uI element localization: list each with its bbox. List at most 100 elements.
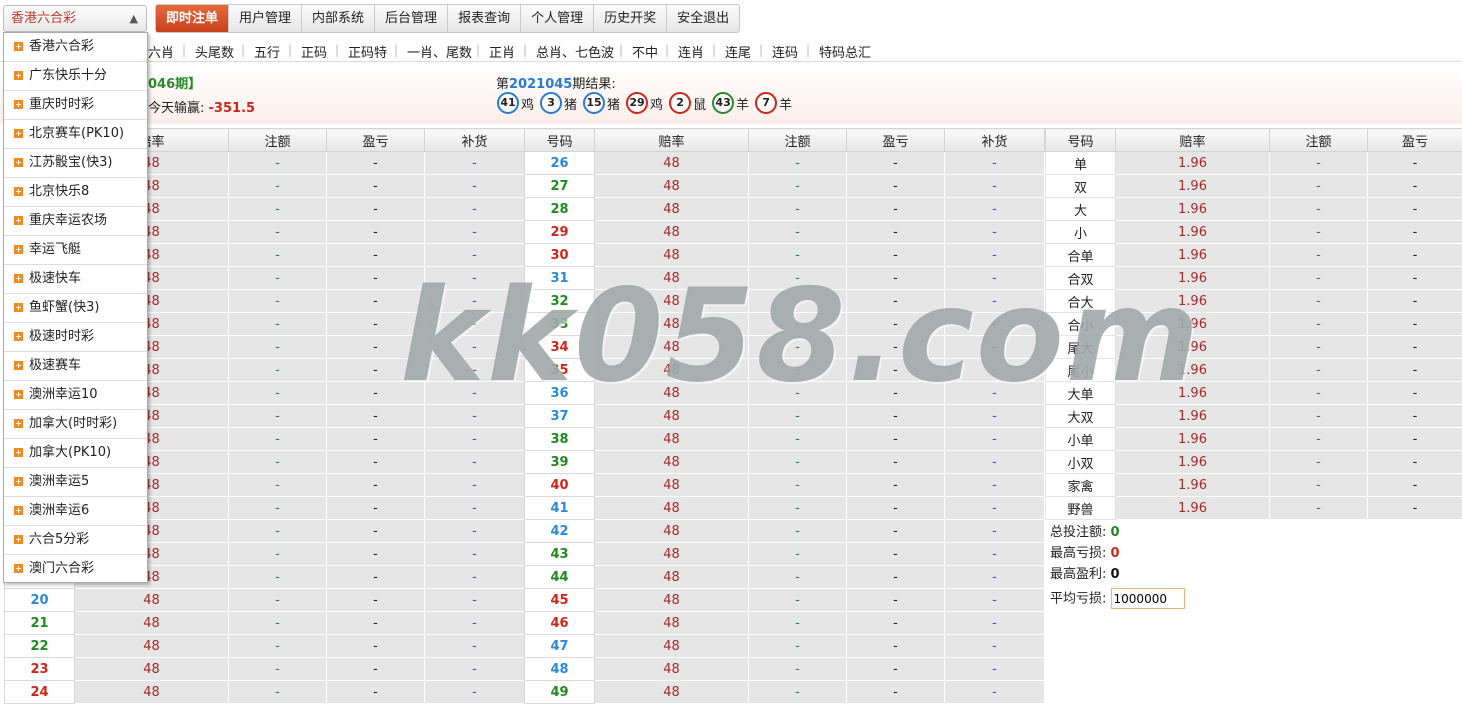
odds-cell[interactable]: 48 (594, 496, 749, 520)
supp-cell[interactable]: - (424, 151, 525, 175)
subnav-item[interactable]: 连码 (772, 42, 798, 61)
nav-item[interactable]: 即时注单 (156, 5, 230, 32)
subnav-item[interactable]: 一肖、尾数 (407, 42, 472, 61)
odds-cell[interactable]: 48 (594, 266, 749, 290)
nav-item[interactable]: 用户管理 (229, 5, 303, 32)
odds-cell[interactable]: 48 (594, 588, 749, 612)
odds-cell[interactable]: 48 (594, 404, 749, 428)
dropdown-item[interactable]: + 澳洲幸运10 (4, 381, 147, 410)
nav-item[interactable]: 报表查询 (448, 5, 522, 32)
dropdown-item[interactable]: + 北京快乐8 (4, 178, 147, 207)
supp-cell[interactable]: - (424, 404, 525, 428)
supp-cell[interactable]: - (424, 565, 525, 589)
odds-cell[interactable]: 48 (594, 243, 749, 267)
dropdown-item[interactable]: + 广东快乐十分 (4, 62, 147, 91)
odds-cell[interactable]: 48 (594, 611, 749, 635)
supp-cell[interactable]: - (424, 381, 525, 405)
dropdown-item[interactable]: + 重庆时时彩 (4, 91, 147, 120)
dropdown-item[interactable]: + 极速时时彩 (4, 323, 147, 352)
supp-cell[interactable]: - (424, 335, 525, 359)
supp-cell[interactable]: - (424, 174, 525, 198)
odds-cell[interactable]: 48 (594, 289, 749, 313)
dropdown-item[interactable]: + 澳洲幸运5 (4, 468, 147, 497)
supp-cell[interactable]: - (424, 266, 525, 290)
dropdown-item[interactable]: + 香港六合彩 (4, 33, 147, 62)
supp-cell[interactable]: - (944, 542, 1045, 566)
supp-cell[interactable]: - (424, 680, 525, 704)
supp-cell[interactable]: - (944, 266, 1045, 290)
dropdown-item[interactable]: + 极速赛车 (4, 352, 147, 381)
supp-cell[interactable]: - (944, 427, 1045, 451)
odds-cell[interactable]: 48 (74, 634, 229, 658)
supp-cell[interactable]: - (944, 496, 1045, 520)
odds-cell[interactable]: 48 (74, 657, 229, 681)
odds-cell[interactable]: 48 (74, 680, 229, 704)
dropdown-item[interactable]: + 重庆幸运农场 (4, 207, 147, 236)
dropdown-item[interactable]: + 澳洲幸运6 (4, 497, 147, 526)
dropdown-item[interactable]: + 澳门六合彩 (4, 555, 147, 584)
dropdown-item[interactable]: + 六合5分彩 (4, 526, 147, 555)
supp-cell[interactable]: - (424, 312, 525, 336)
odds-cell[interactable]: 1.96 (1115, 450, 1270, 474)
dropdown-item[interactable]: + 加拿大(PK10) (4, 439, 147, 468)
nav-item[interactable]: 后台管理 (375, 5, 449, 32)
odds-cell[interactable]: 48 (594, 634, 749, 658)
subnav-item[interactable]: 正肖 (489, 42, 515, 61)
supp-cell[interactable]: - (944, 335, 1045, 359)
odds-cell[interactable]: 1.96 (1115, 151, 1270, 175)
subnav-item[interactable]: 六肖 (148, 42, 174, 61)
dropdown-item[interactable]: + 加拿大(时时彩) (4, 410, 147, 439)
nav-item[interactable]: 个人管理 (521, 5, 595, 32)
supp-cell[interactable]: - (944, 381, 1045, 405)
odds-cell[interactable]: 1.96 (1115, 335, 1270, 359)
avg-loss-input[interactable] (1110, 588, 1185, 609)
supp-cell[interactable]: - (944, 174, 1045, 198)
odds-cell[interactable]: 1.96 (1115, 197, 1270, 221)
odds-cell[interactable]: 1.96 (1115, 220, 1270, 244)
supp-cell[interactable]: - (944, 220, 1045, 244)
odds-cell[interactable]: 48 (594, 335, 749, 359)
supp-cell[interactable]: - (424, 289, 525, 313)
supp-cell[interactable]: - (944, 680, 1045, 704)
supp-cell[interactable]: - (944, 358, 1045, 382)
odds-cell[interactable]: 48 (594, 565, 749, 589)
subnav-item[interactable]: 五行 (254, 42, 280, 61)
supp-cell[interactable]: - (424, 588, 525, 612)
subnav-item[interactable]: 连肖 (678, 42, 704, 61)
dropdown-item[interactable]: + 江苏骰宝(快3) (4, 149, 147, 178)
odds-cell[interactable]: 1.96 (1115, 312, 1270, 336)
odds-cell[interactable]: 48 (594, 450, 749, 474)
odds-cell[interactable]: 1.96 (1115, 496, 1270, 520)
odds-cell[interactable]: 48 (594, 519, 749, 543)
supp-cell[interactable]: - (944, 473, 1045, 497)
subnav-item[interactable]: 正码特 (348, 42, 387, 61)
supp-cell[interactable]: - (944, 197, 1045, 221)
dropdown-item[interactable]: + 幸运飞艇 (4, 236, 147, 265)
supp-cell[interactable]: - (424, 496, 525, 520)
odds-cell[interactable]: 1.96 (1115, 174, 1270, 198)
supp-cell[interactable]: - (424, 220, 525, 244)
supp-cell[interactable]: - (944, 519, 1045, 543)
subnav-item[interactable]: 正码 (301, 42, 327, 61)
supp-cell[interactable]: - (424, 519, 525, 543)
supp-cell[interactable]: - (944, 565, 1045, 589)
subnav-item[interactable]: 连尾 (725, 42, 751, 61)
odds-cell[interactable]: 48 (594, 151, 749, 175)
odds-cell[interactable]: 48 (594, 174, 749, 198)
odds-cell[interactable]: 1.96 (1115, 404, 1270, 428)
supp-cell[interactable]: - (944, 289, 1045, 313)
odds-cell[interactable]: 48 (594, 220, 749, 244)
odds-cell[interactable]: 1.96 (1115, 289, 1270, 313)
odds-cell[interactable]: 48 (594, 542, 749, 566)
supp-cell[interactable]: - (424, 243, 525, 267)
odds-cell[interactable]: 48 (594, 680, 749, 704)
dropdown-item[interactable]: + 鱼虾蟹(快3) (4, 294, 147, 323)
subnav-item[interactable]: 不中 (632, 42, 658, 61)
dropdown-item[interactable]: + 北京赛车(PK10) (4, 120, 147, 149)
odds-cell[interactable]: 48 (594, 657, 749, 681)
odds-cell[interactable]: 48 (594, 312, 749, 336)
nav-item[interactable]: 内部系统 (302, 5, 376, 32)
supp-cell[interactable]: - (944, 312, 1045, 336)
supp-cell[interactable]: - (944, 243, 1045, 267)
subnav-item[interactable]: 总肖、七色波 (536, 42, 614, 61)
